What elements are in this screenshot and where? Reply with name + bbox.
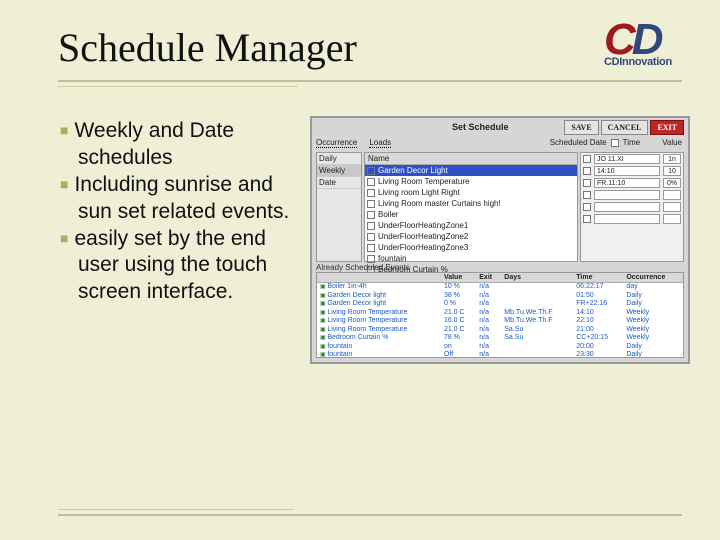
bullet-item: easily set by the end user using the tou… xyxy=(60,226,306,307)
value-field[interactable]: 1n xyxy=(663,154,681,164)
schedule-row xyxy=(581,213,683,225)
schedule-entries: JO 11.XI1n 14:1010 FR.11:100% xyxy=(580,152,684,262)
table-row[interactable]: fountainOffn/a23:30Daily xyxy=(317,351,683,358)
table-row[interactable]: Garden Decor light38 %n/a01:50Daily xyxy=(317,292,683,301)
table-row[interactable]: Living Room Temperature21.0 Cn/aMb.Tu.We… xyxy=(317,309,683,318)
col-scheduled-date: Scheduled Date xyxy=(550,138,607,147)
page-title: Schedule Manager xyxy=(58,24,357,71)
schedule-app-window: Set Schedule SAVE CANCEL EXIT Occurrence… xyxy=(310,116,690,364)
checkbox-icon[interactable] xyxy=(367,233,375,241)
list-item[interactable]: Garden Decor Light xyxy=(365,165,577,176)
value-field[interactable] xyxy=(663,190,681,200)
col-time: Time xyxy=(623,138,640,147)
value-field[interactable] xyxy=(663,214,681,224)
checkbox-icon[interactable] xyxy=(367,200,375,208)
logo-text: CDInnovation xyxy=(604,56,692,68)
time-field[interactable]: FR.11:10 xyxy=(594,178,660,188)
schedule-row: JO 11.XI1n xyxy=(581,153,683,165)
grid-col-value: Value xyxy=(441,273,476,283)
tab-occurrence[interactable]: Occurrence xyxy=(316,138,357,148)
save-button[interactable]: SAVE xyxy=(564,120,598,135)
time-field[interactable]: 14:10 xyxy=(594,166,660,176)
checkbox-icon[interactable] xyxy=(367,178,375,186)
events-grid: Value Exit Days Time Occurrence Boiler 1… xyxy=(316,272,684,358)
table-row[interactable]: Garden Decor light0 %n/aFR+22:16Daily xyxy=(317,300,683,309)
bullet-item: Weekly and Date schedules xyxy=(60,118,306,172)
list-item[interactable]: UnderFloorHeatingZone2 xyxy=(365,231,577,242)
value-field[interactable]: 10 xyxy=(663,166,681,176)
cancel-button[interactable]: CANCEL xyxy=(601,120,649,135)
date-checkbox-icon xyxy=(611,139,619,147)
time-field[interactable] xyxy=(594,214,660,224)
checkbox-icon[interactable] xyxy=(367,189,375,197)
checkbox-icon[interactable] xyxy=(367,167,375,175)
table-row[interactable]: Bedroom Curtain %78 %n/aSa.SuCC+20:15Wee… xyxy=(317,334,683,343)
list-item[interactable]: Living Room Temperature xyxy=(365,176,577,187)
sidebar-item-weekly[interactable]: Weekly xyxy=(317,165,361,177)
checkbox-icon[interactable] xyxy=(367,211,375,219)
title-rule xyxy=(58,80,682,82)
checkbox-icon[interactable] xyxy=(367,255,375,263)
table-row[interactable]: Boiler 1in-4h10 %n/a06:22:17day xyxy=(317,283,683,292)
value-field[interactable]: 0% xyxy=(663,178,681,188)
list-item[interactable]: Boiler xyxy=(365,209,577,220)
footer-rule xyxy=(58,514,682,516)
occurrence-sidebar: Daily Weekly Date xyxy=(316,152,362,262)
col-value: Value xyxy=(662,138,682,147)
grid-col-occ: Occurrence xyxy=(623,273,683,283)
time-field[interactable] xyxy=(594,190,660,200)
time-field[interactable]: JO 11.XI xyxy=(594,154,660,164)
list-item[interactable]: Living room Light Right xyxy=(365,187,577,198)
bullet-item: Including sunrise and sun set related ev… xyxy=(60,172,306,226)
loads-list: Name Garden Decor Light Living Room Temp… xyxy=(364,152,578,262)
grid-col-exit: Exit xyxy=(476,273,501,283)
brand-logo: C D CDInnovation xyxy=(604,18,692,68)
row-checkbox[interactable] xyxy=(583,167,591,175)
loads-header: Name xyxy=(365,153,577,165)
row-checkbox[interactable] xyxy=(583,179,591,187)
row-checkbox[interactable] xyxy=(583,203,591,211)
sidebar-item-daily[interactable]: Daily xyxy=(317,153,361,165)
list-item[interactable]: Living Room master Curtains high! xyxy=(365,198,577,209)
schedule-row: 14:1010 xyxy=(581,165,683,177)
row-checkbox[interactable] xyxy=(583,215,591,223)
table-row[interactable]: Living Room Temperature21.0 Cn/aSa.Su21:… xyxy=(317,326,683,335)
grid-col-time: Time xyxy=(573,273,623,283)
checkbox-icon[interactable] xyxy=(367,222,375,230)
table-row[interactable]: fountainonn/a20:00Daily xyxy=(317,343,683,352)
title-subrule xyxy=(58,86,298,87)
exit-button[interactable]: EXIT xyxy=(650,120,684,135)
checkbox-icon[interactable] xyxy=(367,244,375,252)
schedule-row: FR.11:100% xyxy=(581,177,683,189)
sidebar-item-date[interactable]: Date xyxy=(317,177,361,189)
schedule-row xyxy=(581,189,683,201)
value-field[interactable] xyxy=(663,202,681,212)
row-checkbox[interactable] xyxy=(583,155,591,163)
bullet-list: Weekly and Date schedules Including sunr… xyxy=(60,118,306,306)
tab-loads[interactable]: Loads xyxy=(369,138,391,148)
schedule-row xyxy=(581,201,683,213)
grid-col-name xyxy=(317,273,441,283)
table-row[interactable]: Living Room Temperature16.0 Cn/aMb.Tu.We… xyxy=(317,317,683,326)
list-item[interactable]: UnderFloorHeatingZone3 xyxy=(365,242,577,253)
footer-subrule xyxy=(58,509,294,510)
events-grid-label: Already Scheduled Events xyxy=(316,263,410,272)
app-title: Set Schedule xyxy=(452,122,509,132)
time-field[interactable] xyxy=(594,202,660,212)
row-checkbox[interactable] xyxy=(583,191,591,199)
list-item[interactable]: UnderFloorHeatingZone1 xyxy=(365,220,577,231)
grid-col-days: Days xyxy=(501,273,573,283)
